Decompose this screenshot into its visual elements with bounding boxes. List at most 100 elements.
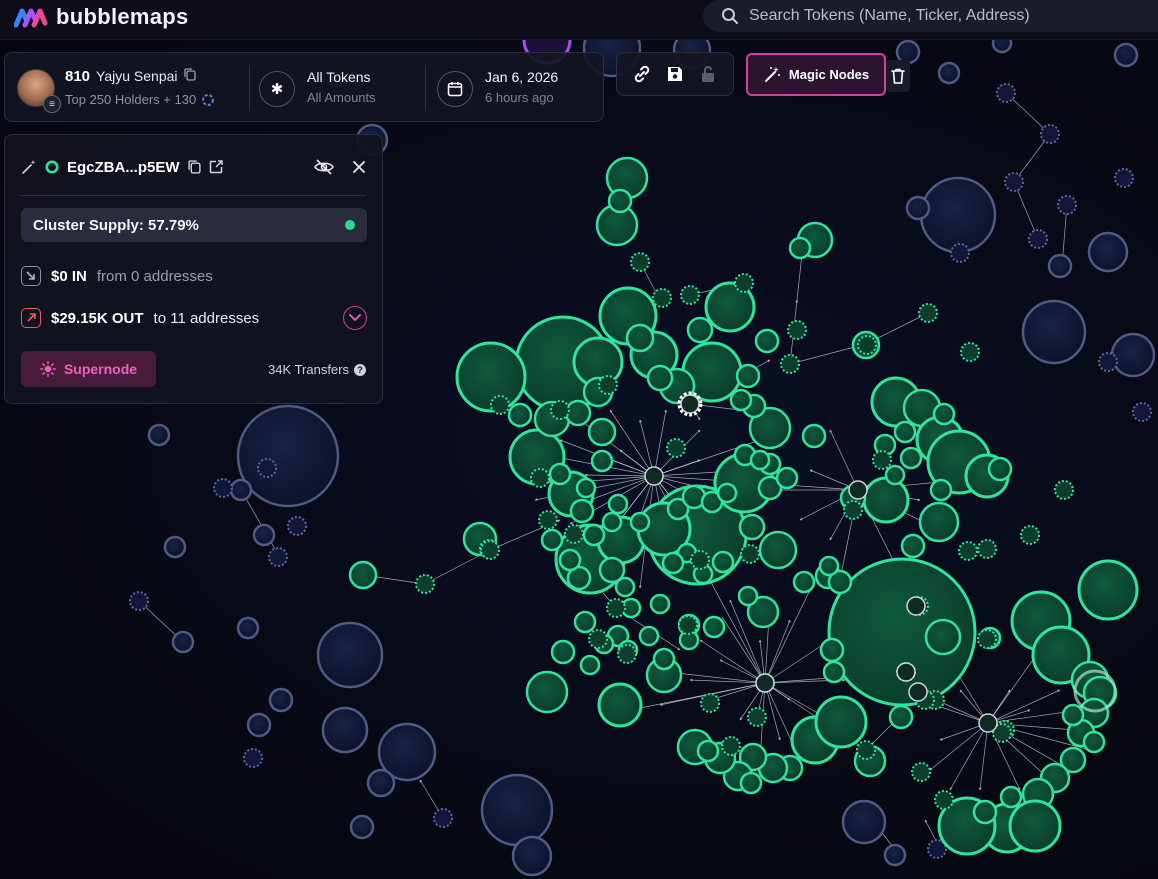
node-address[interactable]: EgcZBA...p5EW: [67, 159, 180, 176]
green-bubble[interactable]: [822, 660, 846, 684]
green-bubble[interactable]: [696, 739, 720, 763]
hub-node[interactable]: [906, 596, 926, 616]
green-dotted-bubble[interactable]: [598, 375, 618, 395]
green-dotted-bubble[interactable]: [530, 468, 550, 488]
green-bubble[interactable]: [735, 363, 761, 389]
green-bubble[interactable]: [607, 188, 633, 214]
blue-dotted-bubble[interactable]: [996, 83, 1016, 103]
blue-bubble[interactable]: [937, 61, 961, 85]
blue-dotted-bubble[interactable]: [243, 748, 263, 768]
green-bubble[interactable]: [819, 637, 845, 663]
help-icon[interactable]: ?: [354, 363, 366, 376]
green-bubble[interactable]: [614, 576, 636, 598]
green-dotted-bubble[interactable]: [977, 539, 997, 559]
blue-bubble[interactable]: [1110, 332, 1156, 378]
lock-icon[interactable]: [697, 63, 719, 85]
green-bubble[interactable]: [987, 456, 1013, 482]
trash-icon[interactable]: [886, 60, 910, 92]
green-bubble[interactable]: [929, 478, 953, 502]
blue-bubble[interactable]: [841, 799, 887, 845]
green-bubble[interactable]: [582, 523, 606, 547]
blue-bubble[interactable]: [919, 176, 997, 254]
search-bar[interactable]: Search Tokens (Name, Ticker, Address): [703, 0, 1158, 32]
green-bubble[interactable]: [900, 533, 926, 559]
green-bubble[interactable]: [558, 548, 582, 572]
green-dotted-bubble[interactable]: [588, 629, 608, 649]
blue-bubble[interactable]: [252, 523, 276, 547]
green-bubble[interactable]: [646, 364, 674, 392]
blue-bubble[interactable]: [163, 535, 187, 559]
green-bubble[interactable]: [569, 498, 595, 524]
copy-icon[interactable]: [183, 68, 196, 81]
blue-bubble[interactable]: [246, 712, 272, 738]
green-dotted-bubble[interactable]: [1054, 480, 1074, 500]
green-bubble[interactable]: [686, 316, 714, 344]
green-bubble[interactable]: [758, 530, 798, 570]
inflow-row[interactable]: $0 IN from 0 addresses: [21, 264, 213, 288]
green-bubble[interactable]: [638, 625, 660, 647]
green-bubble[interactable]: [918, 501, 960, 543]
green-bubble[interactable]: [525, 670, 569, 714]
blue-bubble[interactable]: [236, 404, 340, 508]
blue-bubble[interactable]: [511, 835, 553, 877]
external-link-icon[interactable]: [209, 160, 223, 174]
green-dotted-bubble[interactable]: [680, 285, 700, 305]
blue-dotted-bubble[interactable]: [1132, 402, 1152, 422]
green-dotted-bubble[interactable]: [747, 707, 767, 727]
green-dotted-bubble[interactable]: [911, 762, 931, 782]
green-dotted-bubble[interactable]: [606, 598, 626, 618]
blue-dotted-bubble[interactable]: [257, 458, 277, 478]
green-bubble[interactable]: [862, 476, 910, 524]
green-dotted-bubble[interactable]: [787, 320, 807, 340]
blue-bubble[interactable]: [1047, 253, 1073, 279]
green-bubble[interactable]: [548, 462, 572, 486]
blue-bubble[interactable]: [316, 621, 384, 689]
green-dotted-bubble[interactable]: [977, 629, 997, 649]
green-dotted-bubble[interactable]: [960, 342, 980, 362]
green-bubble[interactable]: [818, 555, 840, 577]
bubble-map-graph[interactable]: [0, 0, 1158, 879]
green-bubble[interactable]: [932, 402, 956, 426]
green-bubble[interactable]: [1008, 799, 1062, 853]
green-dotted-bubble[interactable]: [564, 524, 584, 544]
magic-nodes-button[interactable]: Magic Nodes: [746, 53, 886, 96]
green-dotted-bubble[interactable]: [678, 615, 698, 635]
blue-bubble[interactable]: [349, 814, 375, 840]
green-dotted-bubble[interactable]: [690, 550, 710, 570]
green-dotted-bubble[interactable]: [734, 273, 754, 293]
green-cluster-bubbles[interactable]: [348, 156, 1139, 856]
green-dotted-bubble[interactable]: [857, 335, 877, 355]
green-bubble[interactable]: [661, 551, 685, 575]
green-bubble[interactable]: [348, 560, 378, 590]
green-bubble[interactable]: [893, 420, 917, 444]
green-bubble[interactable]: [888, 704, 914, 730]
blue-bubble[interactable]: [883, 843, 907, 867]
green-dotted-bubble[interactable]: [843, 500, 863, 520]
blue-dotted-bubble[interactable]: [1028, 229, 1048, 249]
blue-dotted-bubble[interactable]: [213, 478, 233, 498]
green-bubble[interactable]: [754, 328, 780, 354]
hub-node[interactable]: [978, 713, 998, 733]
blue-bubble[interactable]: [366, 768, 396, 798]
blue-dotted-bubble[interactable]: [433, 808, 453, 828]
green-bubble[interactable]: [814, 695, 868, 749]
green-bubble[interactable]: [649, 593, 671, 615]
hub-node[interactable]: [848, 480, 868, 500]
blue-bubble[interactable]: [268, 687, 294, 713]
green-bubble[interactable]: [972, 799, 998, 825]
green-bubble[interactable]: [999, 785, 1023, 809]
tokens-filter-title[interactable]: All Tokens: [307, 69, 371, 85]
logo[interactable]: bubblemaps: [14, 4, 189, 30]
snapshot-date[interactable]: Jan 6, 2026: [485, 69, 558, 85]
green-dotted-bubble[interactable]: [480, 540, 500, 560]
green-bubble[interactable]: [801, 423, 827, 449]
green-bubble[interactable]: [716, 482, 738, 504]
green-dotted-bubble[interactable]: [740, 544, 760, 564]
blue-bubble[interactable]: [236, 616, 260, 640]
green-dotted-bubble[interactable]: [652, 288, 672, 308]
green-bubble[interactable]: [629, 511, 651, 533]
green-dotted-bubble[interactable]: [721, 736, 741, 756]
chevron-down-icon[interactable]: [343, 306, 367, 330]
cluster-supply-bar[interactable]: Cluster Supply: 57.79%: [21, 208, 367, 242]
green-dotted-bubble[interactable]: [918, 303, 938, 323]
